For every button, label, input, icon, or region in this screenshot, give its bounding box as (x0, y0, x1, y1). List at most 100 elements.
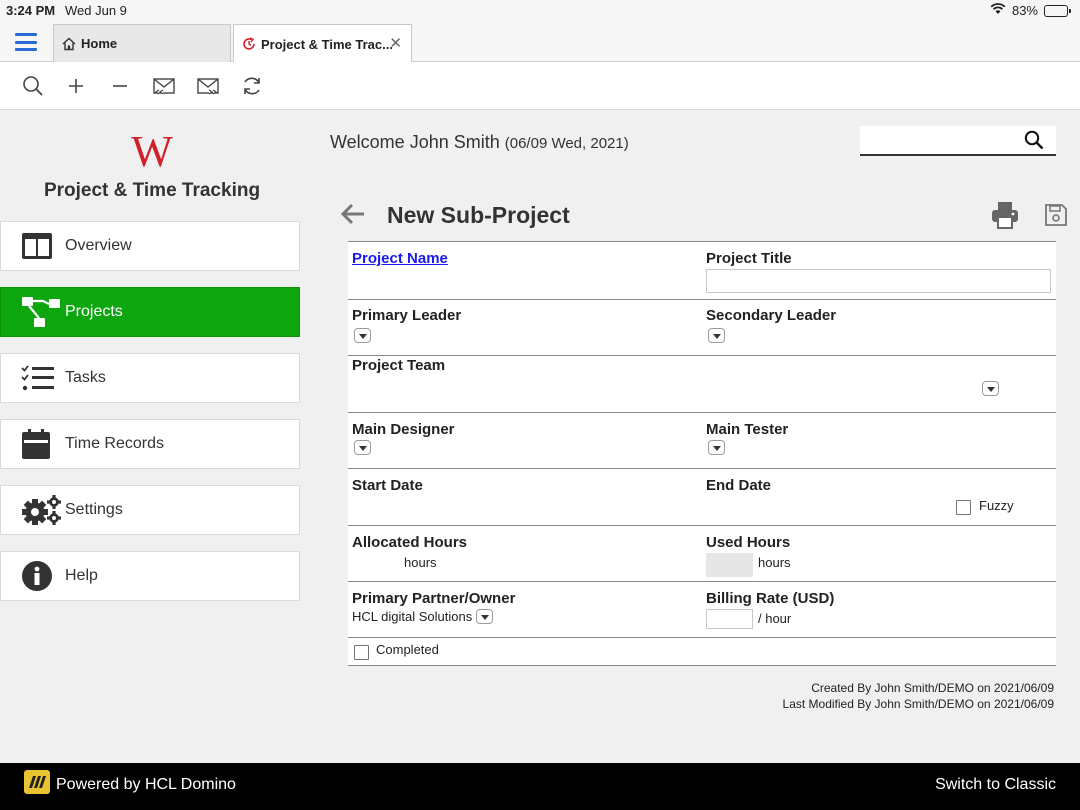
brand-logo: W (128, 127, 176, 176)
home-icon (62, 37, 76, 51)
form-row-hours: Allocated Hours hours Used Hours hours (348, 526, 1056, 582)
save-icon[interactable] (1044, 203, 1068, 232)
project-name-link[interactable]: Project Name (352, 250, 448, 267)
search-icon[interactable] (21, 74, 45, 98)
fuzzy-label: Fuzzy (979, 498, 1014, 513)
hamburger-menu-icon[interactable] (15, 33, 37, 51)
main-designer-dropdown[interactable] (354, 440, 371, 455)
secondary-leader-dropdown[interactable] (708, 328, 725, 343)
footer-bar: Powered by HCL Domino Switch to Classic (0, 763, 1080, 810)
project-team-dropdown[interactable] (982, 381, 999, 396)
clock-refresh-icon (242, 37, 256, 51)
overview-icon (21, 230, 61, 262)
allocated-hours-unit: hours (404, 555, 437, 570)
status-date: Wed Jun 9 (65, 3, 127, 18)
domino-logo-icon (24, 770, 50, 794)
form-row-names: Project Name Project Title (348, 242, 1056, 300)
form-row-team: Project Team (348, 356, 1056, 413)
sidebar-item-time-records[interactable]: Time Records (0, 419, 300, 469)
wifi-icon (990, 3, 1006, 18)
tab-project-label: Project & Time Trac... (261, 36, 393, 52)
billing-rate-label: Billing Rate (USD) (706, 590, 835, 607)
used-hours-unit: hours (758, 555, 791, 570)
mail-forward-icon[interactable] (196, 74, 220, 98)
sidebar-item-settings[interactable]: Settings (0, 485, 300, 535)
print-icon[interactable] (991, 201, 1019, 234)
sidebar-item-overview[interactable]: Overview (0, 221, 300, 271)
project-title-label: Project Title (706, 250, 792, 267)
welcome-user: Welcome John Smith (330, 132, 500, 152)
toolbar (0, 62, 1080, 110)
status-time: 3:24 PM (6, 3, 56, 18)
app-title: Project & Time Tracking (43, 180, 261, 201)
audit-info: Created By John Smith/DEMO on 2021/06/09… (783, 680, 1054, 712)
sidebar-item-label: Time Records (65, 435, 164, 452)
tab-home[interactable]: Home (53, 24, 231, 62)
calendar-icon (21, 428, 61, 460)
sidebar-item-label: Settings (65, 501, 123, 518)
primary-partner-value: HCL digital Solutions (352, 609, 473, 624)
sidebar-item-label: Help (65, 567, 98, 584)
tab-project-time-tracking[interactable]: Project & Time Trac... ✕ (233, 24, 412, 63)
project-team-label: Project Team (352, 357, 446, 374)
primary-partner-label: Primary Partner/Owner (352, 590, 516, 607)
main-tester-dropdown[interactable] (708, 440, 725, 455)
main-designer-label: Main Designer (352, 421, 455, 438)
battery-icon (1044, 4, 1071, 17)
status-right: 83% (990, 3, 1071, 18)
close-tab-icon[interactable]: ✕ (389, 34, 402, 52)
tab-bar: Home Project & Time Trac... ✕ (0, 22, 1080, 63)
info-icon (21, 560, 61, 592)
projects-icon (21, 296, 61, 328)
tasks-icon (21, 362, 61, 394)
sub-project-form: Project Name Project Title Primary Leade… (348, 241, 1056, 666)
completed-checkbox[interactable] (354, 645, 369, 660)
plus-icon[interactable] (64, 74, 88, 98)
status-bar: 3:24 PM Wed Jun 9 83% (0, 0, 1080, 22)
welcome-date: (06/09 Wed, 2021) (504, 135, 629, 152)
powered-by-text: Powered by HCL Domino (56, 776, 236, 793)
primary-partner-dropdown[interactable] (476, 609, 493, 624)
sidebar-item-label: Projects (65, 303, 123, 320)
form-row-leaders: Primary Leader Secondary Leader (348, 300, 1056, 356)
form-row-partner: Primary Partner/Owner HCL digital Soluti… (348, 582, 1056, 638)
fuzzy-checkbox[interactable] (956, 500, 971, 515)
used-hours-value (706, 553, 753, 577)
form-row-design-test: Main Designer Main Tester (348, 413, 1056, 469)
page-title: New Sub-Project (387, 202, 570, 228)
minus-icon[interactable] (108, 74, 132, 98)
gear-icon (21, 494, 61, 526)
search-box (860, 126, 1056, 156)
end-date-label: End Date (706, 477, 772, 494)
project-title-input[interactable] (706, 269, 1051, 293)
created-by-text: Created By John Smith/DEMO on 2021/06/09 (811, 681, 1054, 695)
completed-label: Completed (376, 642, 439, 657)
refresh-icon[interactable] (240, 74, 264, 98)
sidebar-item-tasks[interactable]: Tasks (0, 353, 300, 403)
switch-to-classic-link[interactable]: Switch to Classic (935, 776, 1056, 794)
sidebar-item-help[interactable]: Help (0, 551, 300, 601)
search-icon[interactable] (1024, 130, 1044, 155)
mail-reply-icon[interactable] (152, 74, 176, 98)
main-tester-label: Main Tester (706, 421, 789, 438)
sidebar-item-label: Overview (65, 237, 132, 254)
back-arrow-icon[interactable] (340, 203, 366, 225)
billing-rate-input[interactable] (706, 609, 753, 629)
brand-logo-letter: W (131, 128, 173, 172)
sidebar-item-projects[interactable]: Projects (0, 287, 300, 337)
secondary-leader-label: Secondary Leader (706, 307, 837, 324)
search-input[interactable] (864, 128, 1024, 154)
tab-home-label: Home (81, 36, 118, 51)
start-date-label: Start Date (352, 477, 423, 494)
form-row-dates: Start Date End Date Fuzzy (348, 469, 1056, 526)
form-row-completed: Completed (348, 638, 1056, 666)
modified-by-text: Last Modified By John Smith/DEMO on 2021… (782, 697, 1054, 711)
primary-leader-label: Primary Leader (352, 307, 462, 324)
primary-leader-dropdown[interactable] (354, 328, 371, 343)
sidebar-item-label: Tasks (65, 369, 106, 386)
used-hours-label: Used Hours (706, 534, 791, 551)
billing-rate-unit: / hour (758, 611, 792, 626)
welcome-message: Welcome John Smith (06/09 Wed, 2021) (330, 132, 629, 153)
battery-percent: 83% (1011, 3, 1038, 18)
allocated-hours-label: Allocated Hours (352, 534, 468, 551)
